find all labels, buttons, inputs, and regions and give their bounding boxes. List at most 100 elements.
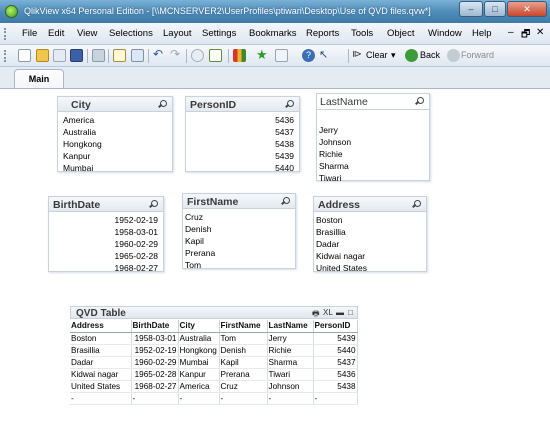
print-icon[interactable] bbox=[92, 49, 105, 62]
list-item[interactable]: 1965-02-28 bbox=[49, 250, 163, 262]
table-cell[interactable]: - bbox=[219, 392, 268, 405]
table-cell[interactable]: 1968-02-27 bbox=[131, 380, 179, 393]
column-header-birthdate[interactable]: BirthDate bbox=[131, 320, 179, 333]
table-cell[interactable]: Sharma bbox=[267, 356, 314, 369]
list-item[interactable]: Kidwai nagar bbox=[314, 250, 426, 262]
menu-selections[interactable]: Selections bbox=[109, 28, 153, 39]
search-icon[interactable] bbox=[158, 100, 167, 108]
send-to-excel-icon[interactable]: XL bbox=[323, 308, 333, 317]
listbox-caption[interactable]: LastName bbox=[317, 94, 429, 110]
menu-window[interactable]: Window bbox=[428, 28, 462, 39]
clear-button[interactable]: Clear bbox=[366, 50, 388, 60]
search-icon[interactable] bbox=[191, 49, 204, 62]
list-item[interactable]: Prerana bbox=[183, 247, 295, 259]
save-icon[interactable] bbox=[70, 49, 83, 62]
table-cell[interactable]: 5436 bbox=[313, 368, 358, 381]
clear-dropdown-chevron-icon[interactable]: ▾ bbox=[391, 50, 396, 61]
close-button[interactable]: ✕ bbox=[507, 1, 547, 17]
new-document-icon[interactable] bbox=[18, 49, 31, 62]
list-item[interactable]: America bbox=[58, 114, 172, 126]
select-fields-icon[interactable] bbox=[209, 49, 222, 62]
table-cell[interactable]: Johnson bbox=[267, 380, 314, 393]
list-item[interactable]: 1952-02-19 bbox=[49, 214, 163, 226]
list-item[interactable]: 5440 bbox=[186, 162, 299, 174]
search-icon[interactable] bbox=[281, 197, 290, 205]
redo-icon[interactable]: ↷ bbox=[170, 48, 183, 62]
menu-layout[interactable]: Layout bbox=[163, 28, 192, 39]
table-cell[interactable]: Cruz bbox=[219, 380, 268, 393]
table-cell[interactable]: Boston bbox=[70, 332, 132, 345]
list-item[interactable] bbox=[317, 112, 429, 124]
reload-icon[interactable] bbox=[53, 49, 66, 62]
table-cell[interactable]: 5438 bbox=[313, 380, 358, 393]
table-cell[interactable]: 1960-02-29 bbox=[131, 356, 179, 369]
table-cell[interactable]: 5439 bbox=[313, 332, 358, 345]
table-cell[interactable]: - bbox=[178, 392, 220, 405]
list-item[interactable]: Cruz bbox=[183, 211, 295, 223]
table-cell[interactable]: Kanpur bbox=[178, 368, 220, 381]
back-button[interactable]: Back bbox=[420, 50, 440, 60]
table-cell[interactable]: 5440 bbox=[313, 344, 358, 357]
maximize-button[interactable]: □ bbox=[484, 1, 506, 17]
forward-button[interactable]: Forward bbox=[461, 50, 494, 60]
reload-script-icon[interactable] bbox=[131, 49, 144, 62]
context-help-icon[interactable]: ↖ bbox=[319, 49, 332, 62]
table-cell[interactable]: America bbox=[178, 380, 220, 393]
chart-icon[interactable] bbox=[233, 49, 246, 62]
list-item[interactable]: 5436 bbox=[186, 114, 299, 126]
list-item[interactable]: Tom bbox=[183, 259, 295, 271]
undo-icon[interactable]: ↶ bbox=[153, 48, 166, 62]
list-item[interactable]: Tiwari bbox=[317, 172, 429, 184]
list-item[interactable]: 5439 bbox=[186, 150, 299, 162]
table-cell[interactable]: 1965-02-28 bbox=[131, 368, 179, 381]
column-header-firstname[interactable]: FirstName bbox=[219, 320, 268, 333]
list-item[interactable]: Johnson bbox=[317, 136, 429, 148]
listbox-caption[interactable]: FirstName bbox=[183, 194, 295, 209]
list-item[interactable]: 1958-03-01 bbox=[49, 226, 163, 238]
maximize-icon[interactable]: □ bbox=[348, 308, 353, 317]
table-cell[interactable]: - bbox=[131, 392, 179, 405]
list-item[interactable]: Hongkong bbox=[58, 138, 172, 150]
table-cell[interactable]: 5437 bbox=[313, 356, 358, 369]
listbox-caption[interactable]: BirthDate bbox=[49, 197, 163, 212]
list-item[interactable]: Brasillia bbox=[314, 226, 426, 238]
list-item[interactable]: 1960-02-29 bbox=[49, 238, 163, 250]
table-cell[interactable]: Mumbai bbox=[178, 356, 220, 369]
mdi-minimize-icon[interactable]: – bbox=[508, 27, 514, 38]
menu-grip-handle[interactable] bbox=[4, 28, 7, 40]
listbox-caption[interactable]: City bbox=[58, 97, 172, 112]
minimize-icon[interactable]: ▬ bbox=[336, 308, 344, 317]
table-cell[interactable]: Dadar bbox=[70, 356, 132, 369]
list-item[interactable]: 1968-02-27 bbox=[49, 262, 163, 274]
table-cell[interactable]: Brasillia bbox=[70, 344, 132, 357]
menu-help[interactable]: Help bbox=[472, 28, 492, 39]
list-item[interactable]: Mumbai bbox=[58, 162, 172, 174]
toolbar-grip-handle[interactable] bbox=[4, 50, 7, 62]
table-cell[interactable]: Denish bbox=[219, 344, 268, 357]
list-item[interactable]: United States bbox=[314, 262, 426, 274]
minimize-button[interactable]: – bbox=[459, 1, 483, 17]
menu-reports[interactable]: Reports bbox=[306, 28, 339, 39]
list-item[interactable]: 5438 bbox=[186, 138, 299, 150]
menu-file[interactable]: File bbox=[22, 28, 37, 39]
table-caption[interactable]: QVD Table 🖶 XL ▬ □ bbox=[70, 306, 358, 319]
table-cell[interactable]: Hongkong bbox=[178, 344, 220, 357]
search-icon[interactable] bbox=[412, 200, 421, 208]
menu-tools[interactable]: Tools bbox=[351, 28, 373, 39]
bookmark-star-icon[interactable]: ★ bbox=[256, 48, 269, 62]
list-item[interactable]: Australia bbox=[58, 126, 172, 138]
table-cell[interactable]: Richie bbox=[267, 344, 314, 357]
list-item[interactable]: Richie bbox=[317, 148, 429, 160]
menu-settings[interactable]: Settings bbox=[202, 28, 236, 39]
search-icon[interactable] bbox=[149, 200, 158, 208]
table-cell[interactable]: Kidwai nagar bbox=[70, 368, 132, 381]
search-icon[interactable] bbox=[415, 97, 424, 105]
table-cell[interactable]: - bbox=[70, 392, 132, 405]
list-item[interactable]: Dadar bbox=[314, 238, 426, 250]
listbox-caption[interactable]: Address bbox=[314, 197, 426, 212]
table-cell[interactable]: Tom bbox=[219, 332, 268, 345]
edit-script-icon[interactable] bbox=[113, 49, 126, 62]
menu-edit[interactable]: Edit bbox=[48, 28, 64, 39]
mdi-close-icon[interactable]: ✕ bbox=[536, 27, 544, 38]
menu-bookmarks[interactable]: Bookmarks bbox=[249, 28, 297, 39]
